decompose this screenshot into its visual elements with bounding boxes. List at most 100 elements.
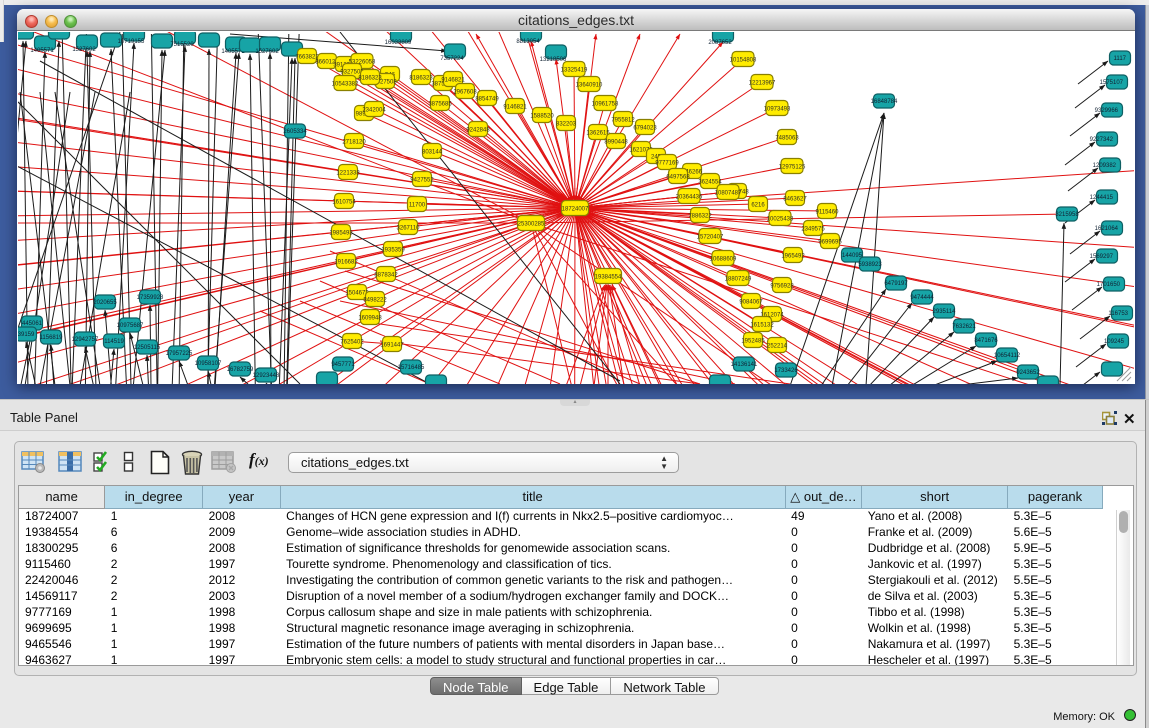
svg-text:1244415: 1244415 <box>1090 195 1114 201</box>
svg-text:7955812: 7955812 <box>611 118 635 124</box>
svg-text:1621064: 1621064 <box>1095 226 1119 232</box>
svg-text:10973493: 10973493 <box>764 107 791 113</box>
svg-text:8813054: 8813054 <box>516 39 540 45</box>
svg-text:16782759: 16782759 <box>227 367 254 373</box>
svg-text:12975125: 12975125 <box>779 165 806 171</box>
svg-text:7632621: 7632621 <box>952 324 976 330</box>
svg-text:3267110: 3267110 <box>397 226 421 232</box>
svg-text:15720407: 15720407 <box>697 235 724 241</box>
svg-text:14136141: 14136141 <box>731 362 758 368</box>
svg-text:13640910: 13640910 <box>576 83 603 89</box>
svg-text:11700: 11700 <box>409 203 426 209</box>
svg-text:8990448: 8990448 <box>604 140 628 146</box>
svg-text:1952485: 1952485 <box>741 339 765 345</box>
svg-text:1701650: 1701650 <box>1097 282 1121 288</box>
svg-text:1209382: 1209382 <box>1093 163 1117 169</box>
svg-text:7625402: 7625402 <box>340 340 364 346</box>
svg-text:144095: 144095 <box>842 253 863 259</box>
svg-text:12505115: 12505115 <box>134 345 161 351</box>
svg-text:15716485: 15716485 <box>398 365 425 371</box>
svg-text:1615132: 1615132 <box>750 323 774 329</box>
svg-text:1117: 1117 <box>1114 56 1127 62</box>
svg-text:9115460: 9115460 <box>816 210 840 216</box>
svg-text:9227342: 9227342 <box>1090 137 1114 143</box>
svg-text:8186323: 8186323 <box>409 76 433 82</box>
svg-text:116753: 116753 <box>1108 311 1128 317</box>
svg-text:16033809: 16033809 <box>385 40 412 46</box>
svg-text:17957225: 17957225 <box>166 351 193 357</box>
svg-text:1733426: 1733426 <box>774 368 798 374</box>
svg-text:20364436: 20364436 <box>676 195 703 201</box>
svg-text:1575107: 1575107 <box>1100 80 1124 86</box>
svg-text:9427552: 9427552 <box>410 178 434 184</box>
svg-text:8186323: 8186323 <box>358 76 382 82</box>
svg-text:7357224: 7357224 <box>440 56 464 62</box>
svg-text:10654112: 10654112 <box>994 353 1021 359</box>
svg-text:10688609: 10688609 <box>710 257 737 263</box>
svg-text:803144: 803144 <box>422 150 443 156</box>
svg-text:1985493: 1985493 <box>329 231 353 237</box>
svg-text:3498222: 3498222 <box>363 298 387 304</box>
svg-text:10958107: 10958107 <box>195 361 222 367</box>
svg-text:10961758: 10961758 <box>592 102 619 108</box>
svg-text:9146821: 9146821 <box>503 105 527 111</box>
svg-text:1588520: 1588520 <box>530 114 554 120</box>
svg-text:18807249: 18807249 <box>725 277 752 283</box>
svg-text:18724007: 18724007 <box>562 207 589 213</box>
svg-text:832203: 832203 <box>556 122 577 128</box>
svg-text:2342004: 2342004 <box>362 108 386 114</box>
svg-text:1916682: 1916682 <box>334 260 358 266</box>
svg-text:12213967: 12213967 <box>749 81 776 87</box>
svg-text:252214: 252214 <box>767 344 788 350</box>
svg-text:5938923: 5938923 <box>858 262 882 268</box>
svg-text:2935114: 2935114 <box>933 309 957 315</box>
svg-text:445061: 445061 <box>22 321 43 327</box>
svg-text:17359928: 17359928 <box>137 295 164 301</box>
svg-text:8471676: 8471676 <box>974 338 998 344</box>
svg-text:9329966: 9329966 <box>1095 108 1119 114</box>
svg-text:1609948: 1609948 <box>358 316 382 322</box>
svg-text:8463627: 8463627 <box>783 197 807 203</box>
svg-text:1527602: 1527602 <box>72 47 96 53</box>
svg-text:114519: 114519 <box>104 339 124 345</box>
svg-text:1935359: 1935359 <box>381 248 405 254</box>
svg-text:6497568: 6497568 <box>666 175 690 181</box>
svg-text:39159: 39159 <box>18 332 35 338</box>
svg-text:9242848: 9242848 <box>466 128 490 134</box>
svg-text:9699695: 9699695 <box>818 240 842 246</box>
svg-text:12923448: 12923448 <box>253 373 280 379</box>
svg-text:1156819: 1156819 <box>40 335 64 341</box>
svg-text:9474444: 9474444 <box>910 295 934 301</box>
svg-text:9457771: 9457771 <box>331 362 355 368</box>
svg-text:10154808: 10154808 <box>730 58 757 64</box>
svg-text:13325419: 13325419 <box>561 68 588 74</box>
svg-text:1405571: 1405571 <box>30 48 54 54</box>
svg-text:1569297: 1569297 <box>1090 254 1114 260</box>
svg-text:7515520: 7515520 <box>170 42 194 48</box>
svg-text:10543382: 10543382 <box>332 82 359 88</box>
svg-text:7485063: 7485063 <box>775 136 799 142</box>
svg-text:2967608: 2967608 <box>453 90 477 96</box>
svg-text:2349575: 2349575 <box>801 227 825 233</box>
svg-text:9243652: 9243652 <box>1016 370 1040 376</box>
svg-text:3215958: 3215958 <box>1055 212 1079 218</box>
svg-text:10975687: 10975687 <box>117 323 144 329</box>
svg-text:10807487: 10807487 <box>715 191 742 197</box>
svg-text:8878342: 8878342 <box>374 273 398 279</box>
svg-text:19384554: 19384554 <box>595 275 622 281</box>
svg-text:10025438: 10025438 <box>767 217 794 223</box>
svg-text:10719155: 10719155 <box>118 39 145 45</box>
svg-text:12942757: 12942757 <box>72 337 99 343</box>
svg-text:6794023: 6794023 <box>633 126 657 132</box>
svg-text:109245: 109245 <box>1104 339 1125 345</box>
svg-text:1221338: 1221338 <box>336 171 360 177</box>
svg-text:9146821: 9146821 <box>441 78 465 84</box>
svg-text:1610754: 1610754 <box>332 200 356 206</box>
svg-text:2087652: 2087652 <box>708 40 732 46</box>
svg-text:1965492: 1965492 <box>781 254 805 260</box>
svg-text:6216: 6216 <box>751 203 765 209</box>
svg-text:2020655: 2020655 <box>93 300 117 306</box>
svg-text:13218506: 13218506 <box>540 57 567 63</box>
svg-text:9777169: 9777169 <box>655 161 679 167</box>
svg-text:8854749: 8854749 <box>475 97 499 103</box>
